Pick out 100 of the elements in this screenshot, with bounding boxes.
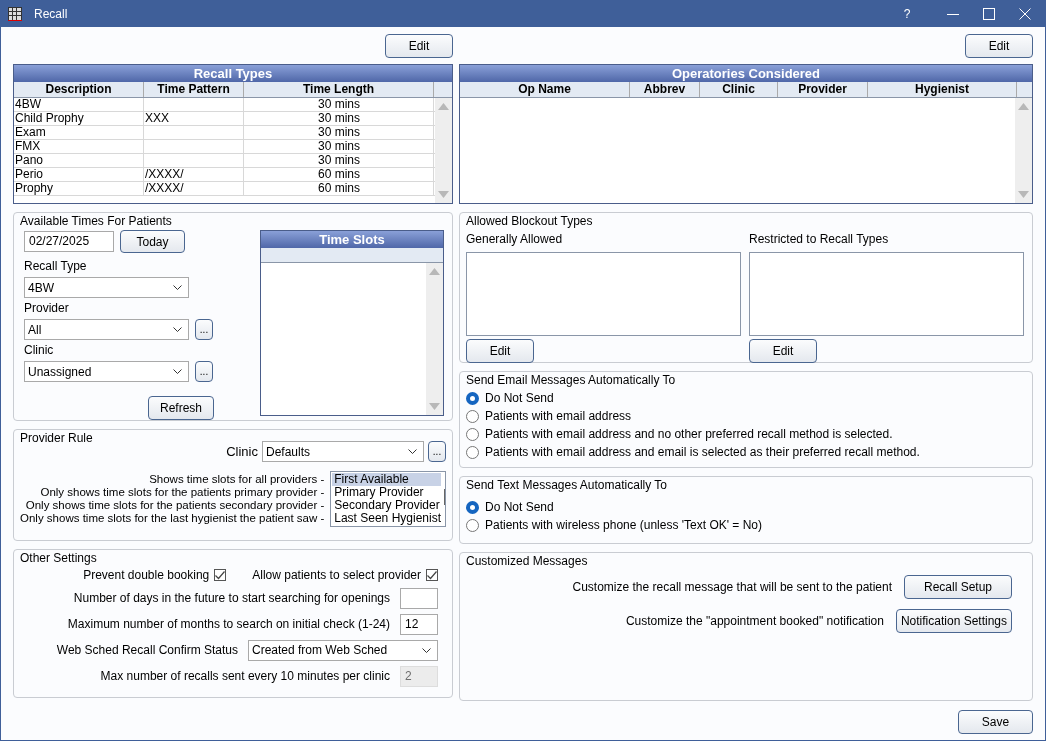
edit-button[interactable]: Edit xyxy=(385,34,453,58)
table-cell: Prophy xyxy=(14,182,144,195)
chevron-down-icon xyxy=(173,327,182,332)
date-field[interactable]: 02/27/2025 xyxy=(24,231,114,252)
list-label: Generally Allowed xyxy=(466,232,564,246)
field-label: Provider xyxy=(24,301,70,315)
edit-button[interactable]: Edit xyxy=(965,34,1033,58)
group-title: Send Email Messages Automatically To xyxy=(466,373,677,387)
more-button[interactable]: ... xyxy=(428,441,446,462)
field-label: Max number of recalls sent every 10 minutes per clinic xyxy=(100,669,390,683)
field-label: Recall Type xyxy=(24,259,88,273)
checkmark-icon xyxy=(427,570,437,580)
dropdown-value: Created from Web Sched xyxy=(252,643,388,657)
scroll-up-icon xyxy=(429,268,440,275)
radio-button[interactable] xyxy=(466,518,479,532)
radio-button[interactable] xyxy=(466,427,479,441)
dropdown-value: 4BW xyxy=(28,280,54,295)
radio-button[interactable] xyxy=(466,391,479,405)
window-title: Recall xyxy=(34,7,69,21)
dropdown[interactable]: All xyxy=(24,319,189,340)
table-cell: 30 mins xyxy=(244,140,434,153)
radio-button[interactable] xyxy=(466,445,479,459)
list-item[interactable]: Primary Provider xyxy=(332,486,441,499)
table-cell: Perio xyxy=(14,168,144,181)
grid-title: Operatories Considered xyxy=(460,65,1032,82)
input-field[interactable]: 12 xyxy=(400,613,438,635)
column-header[interactable]: Op Name xyxy=(460,82,630,97)
more-button[interactable]: ... xyxy=(195,319,213,340)
checkbox-label: Allow patients to select provider xyxy=(252,568,421,582)
edit-button[interactable]: Edit xyxy=(466,339,534,363)
dropdown-value: All xyxy=(28,322,42,337)
maximize-icon xyxy=(983,8,995,20)
radio-label: Patients with wireless phone (unless 'Text OK' = No) xyxy=(485,518,763,532)
more-button[interactable]: ... xyxy=(195,361,213,382)
scroll-up-icon xyxy=(438,103,449,110)
field-label: Web Sched Recall Confirm Status xyxy=(56,643,238,657)
column-header[interactable]: Provider xyxy=(778,82,868,97)
edit-button[interactable]: Edit xyxy=(749,339,817,363)
list-label: Restricted to Recall Types xyxy=(749,232,890,246)
rule-description: Only shows time slots for the patients secondary provider - xyxy=(24,499,325,512)
field-label: Clinic xyxy=(226,444,258,459)
scroll-up-icon xyxy=(1018,103,1029,110)
radio-label: Patients with email address and no other preferred recall method is selected. xyxy=(485,427,893,441)
field-label: Maximum number of months to search on initial check (1-24) xyxy=(67,617,390,631)
column-header[interactable]: Abbrev xyxy=(630,82,700,97)
radio-button[interactable] xyxy=(466,500,479,514)
chevron-down-icon xyxy=(408,449,417,454)
close-icon xyxy=(1019,8,1031,20)
refresh-button[interactable]: Refresh xyxy=(148,396,214,420)
table-cell: 60 mins xyxy=(244,182,434,195)
scroll-down-icon xyxy=(429,403,440,410)
settings-button[interactable]: Notification Settings xyxy=(895,609,1012,633)
checkbox[interactable] xyxy=(426,569,438,581)
table-cell: 30 mins xyxy=(244,98,434,111)
column-header[interactable]: Description xyxy=(14,82,144,97)
radio-button[interactable] xyxy=(466,409,479,423)
list-item[interactable]: Secondary Provider xyxy=(332,499,441,512)
table-cell: Child Prophy xyxy=(14,112,144,125)
radio-label: Patients with email address and email is selected as their preferred recall method. xyxy=(485,445,920,459)
scroll-down-icon xyxy=(1018,191,1029,198)
column-header[interactable]: Hygienist xyxy=(868,82,1017,97)
field-label: Customize the "appointment booked" notification xyxy=(625,614,884,628)
list-item[interactable]: Last Seen Hygienist xyxy=(332,512,441,525)
group-title: Allowed Blockout Types xyxy=(466,214,594,228)
table-cell: Pano xyxy=(14,154,144,167)
checkbox[interactable] xyxy=(214,569,227,581)
scrollbar[interactable] xyxy=(435,98,452,203)
help-button[interactable]: ? xyxy=(897,7,917,21)
chevron-down-icon xyxy=(422,647,431,653)
list-item[interactable]: First Available xyxy=(332,473,441,486)
grid-title: Time Slots xyxy=(261,231,443,248)
scrollbar[interactable] xyxy=(426,263,443,415)
chevron-down-icon xyxy=(173,285,182,290)
table-cell: FMX xyxy=(14,140,144,153)
dropdown[interactable]: Unassigned xyxy=(24,361,189,382)
table-cell: 30 mins xyxy=(244,112,434,125)
dropdown-value: Defaults xyxy=(266,444,311,459)
field-label: Customize the recall message that will be sent to the patient xyxy=(572,580,892,594)
group-title: Available Times For Patients xyxy=(20,214,173,228)
checkmark-icon xyxy=(215,570,226,580)
scrollbar[interactable] xyxy=(1015,98,1032,203)
scroll-down-icon xyxy=(438,191,449,198)
column-header[interactable]: Time Pattern xyxy=(144,82,244,97)
column-header[interactable]: Clinic xyxy=(700,82,778,97)
input-field[interactable] xyxy=(400,587,438,609)
save-button[interactable]: Save xyxy=(958,710,1033,734)
column-header[interactable]: Time Length xyxy=(244,82,434,97)
today-button[interactable]: Today xyxy=(120,230,185,253)
dropdown[interactable]: Defaults xyxy=(262,441,424,462)
dropdown[interactable]: Created from Web Sched xyxy=(248,639,438,661)
table-cell: /XXXX/ xyxy=(144,168,244,181)
group-title: Send Text Messages Automatically To xyxy=(466,478,668,492)
dropdown[interactable]: 4BW xyxy=(24,277,189,298)
group-title: Provider Rule xyxy=(20,431,94,445)
radio-label: Do Not Send xyxy=(485,391,554,405)
group-title: Other Settings xyxy=(20,551,98,565)
settings-button[interactable]: Recall Setup xyxy=(904,575,1012,599)
table-cell: 4BW xyxy=(14,98,144,111)
table-cell: 30 mins xyxy=(244,154,434,167)
table-cell: /XXXX/ xyxy=(144,182,244,195)
